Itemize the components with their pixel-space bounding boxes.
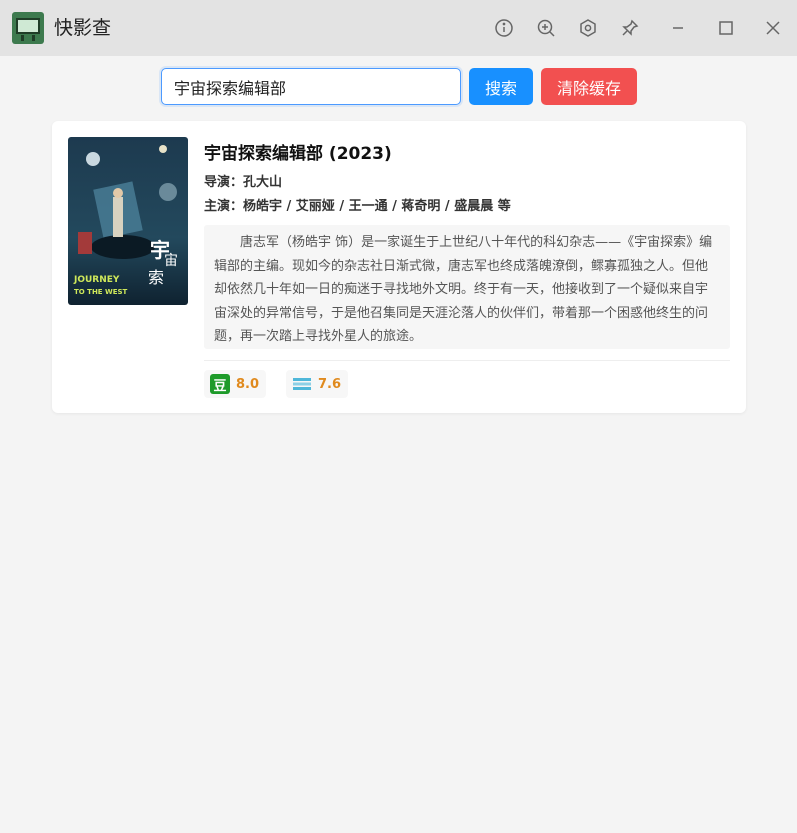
- movie-poster[interactable]: 宇 宙 索 JOURNEY TO THE WEST: [68, 137, 188, 305]
- app-title: 快影查: [54, 17, 112, 39]
- maximize-icon[interactable]: [712, 14, 740, 42]
- zoom-in-icon[interactable]: [532, 14, 560, 42]
- douban-score: 8.0: [236, 376, 260, 392]
- movie-synopsis: 唐志军（杨皓宇 饰）是一家诞生于上世纪八十年代的科幻杂志——《宇宙探索》编辑部的…: [204, 225, 730, 349]
- movie-director: 导演：孔大山: [204, 175, 283, 190]
- douban-icon: 豆: [210, 374, 230, 394]
- svg-text:JOURNEY: JOURNEY: [73, 275, 120, 285]
- svg-text:TO THE WEST: TO THE WEST: [74, 288, 128, 296]
- settings-icon[interactable]: [574, 14, 602, 42]
- close-icon[interactable]: [759, 14, 787, 42]
- search-button[interactable]: 搜索: [469, 68, 533, 105]
- movie-title[interactable]: 宇宙探索编辑部 (2023): [204, 139, 392, 164]
- clear-cache-button[interactable]: 清除缓存: [541, 68, 637, 105]
- result-card: 宇 宙 索 JOURNEY TO THE WEST 宇宙探索编辑部 (2023)…: [52, 121, 746, 413]
- maoyan-rating[interactable]: 7.6: [286, 370, 348, 398]
- info-icon[interactable]: [490, 14, 518, 42]
- divider: [204, 360, 730, 361]
- search-input[interactable]: [161, 68, 461, 105]
- maoyan-score: 7.6: [318, 376, 342, 392]
- pin-icon[interactable]: [616, 14, 644, 42]
- maoyan-icon: [292, 374, 312, 394]
- movie-cast: 主演：杨皓宇 / 艾丽娅 / 王一通 / 蒋奇明 / 盛晨晨 等: [204, 199, 511, 214]
- app-logo-icon: [12, 12, 44, 44]
- svg-text:索: 索: [148, 268, 164, 287]
- douban-rating[interactable]: 豆 8.0: [204, 370, 266, 398]
- minimize-icon[interactable]: [664, 14, 692, 42]
- svg-text:宙: 宙: [164, 253, 178, 269]
- title-bar: 快影查: [0, 0, 797, 56]
